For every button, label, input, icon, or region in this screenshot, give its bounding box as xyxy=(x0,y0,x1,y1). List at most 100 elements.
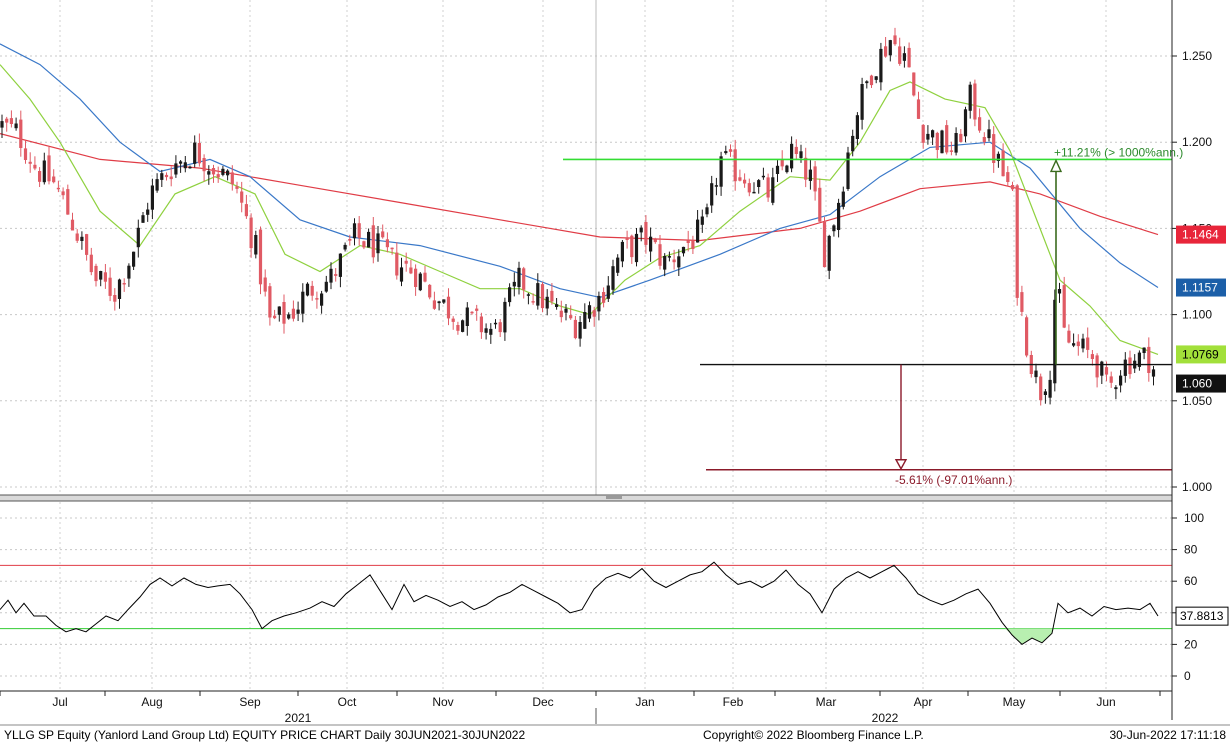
candle-body xyxy=(1057,289,1062,294)
candle-body xyxy=(884,46,888,57)
candle-body xyxy=(851,135,855,152)
candle-body xyxy=(893,35,897,45)
candle-body xyxy=(268,286,272,318)
rsi-tick-label: 20 xyxy=(1184,637,1198,651)
candle-body xyxy=(249,217,253,249)
candle-body xyxy=(1100,361,1104,376)
month-label: Apr xyxy=(914,695,933,709)
candle-body xyxy=(1109,376,1113,383)
candle-body xyxy=(686,240,690,243)
candle-body xyxy=(211,168,216,175)
candle-body xyxy=(1067,330,1071,343)
candle-body xyxy=(475,308,479,311)
candle-body xyxy=(564,308,568,313)
candle-body xyxy=(649,236,653,252)
lower-level-label: -5.61% (-97.01%ann.) xyxy=(895,473,1012,487)
candle-body xyxy=(240,191,244,203)
candle-body xyxy=(818,187,822,222)
candle-body xyxy=(329,268,333,283)
candle-body xyxy=(324,281,328,292)
candle-body xyxy=(658,244,662,266)
rsi-last-value: 37.8813 xyxy=(1180,609,1224,623)
separator-drag-handle[interactable] xyxy=(606,496,622,499)
candle-body xyxy=(705,207,709,215)
candle-body xyxy=(1025,317,1029,356)
candle-body xyxy=(160,173,164,180)
month-label: Aug xyxy=(141,695,162,709)
candle-body xyxy=(258,229,263,285)
candle-body xyxy=(33,164,37,169)
candle-body xyxy=(1081,338,1085,349)
candle-body xyxy=(226,170,230,176)
price-tick-label: 1.050 xyxy=(1182,394,1212,408)
candle-body xyxy=(771,177,775,203)
footer-ticker-line: YLLG SP Equity (Yanlord Land Group Ltd) … xyxy=(4,728,525,742)
candle-body xyxy=(343,244,347,250)
candle-body xyxy=(38,171,42,182)
candle-body xyxy=(503,301,507,333)
price-tick-label: 1.200 xyxy=(1182,135,1212,149)
candle-body xyxy=(146,209,150,215)
rsi-tick-label: 80 xyxy=(1184,543,1198,557)
candle-body xyxy=(263,277,267,292)
candle-body xyxy=(1034,370,1038,378)
candle-body xyxy=(780,159,784,167)
candle-body xyxy=(414,268,418,287)
candle-body xyxy=(743,179,747,184)
candle-body xyxy=(108,277,112,296)
candle-body xyxy=(1123,359,1127,376)
month-label: Nov xyxy=(432,695,453,709)
month-label: May xyxy=(1003,695,1026,709)
candle-body xyxy=(390,247,394,250)
candle-body xyxy=(70,219,75,231)
candle-body xyxy=(174,163,178,175)
candle-body xyxy=(517,267,521,288)
month-label: Jan xyxy=(635,695,654,709)
candle-body xyxy=(813,166,817,192)
candle-body xyxy=(188,166,192,169)
candle-body xyxy=(207,171,211,175)
candle-body xyxy=(1076,341,1080,347)
candle-body xyxy=(334,274,338,276)
candle-body xyxy=(1090,354,1094,359)
candle-body xyxy=(536,283,540,306)
candle-body xyxy=(484,328,488,333)
candle-body xyxy=(738,177,742,181)
candle-body xyxy=(902,53,906,61)
candle-body xyxy=(338,253,342,277)
month-label: Sep xyxy=(239,695,261,709)
candle-body xyxy=(141,215,145,223)
candle-body xyxy=(761,175,765,178)
candle-body xyxy=(837,202,841,230)
candle-body xyxy=(117,279,122,299)
candle-body xyxy=(949,150,953,152)
candle-body xyxy=(305,283,310,296)
candle-body xyxy=(512,281,516,287)
candle-body xyxy=(127,265,131,279)
candle-body xyxy=(1015,185,1019,298)
ma-blue-tag-value: 1.1157 xyxy=(1182,281,1218,295)
candle-body xyxy=(616,257,620,273)
candle-body xyxy=(498,322,502,333)
candle-body xyxy=(508,287,512,303)
candle-body xyxy=(1151,369,1156,377)
month-label: Oct xyxy=(338,695,357,709)
candle-body xyxy=(860,84,864,120)
month-label: Dec xyxy=(532,695,553,709)
candle-body xyxy=(916,99,921,119)
candle-body xyxy=(367,231,371,248)
candle-body xyxy=(150,185,154,210)
candle-body xyxy=(291,308,295,319)
candle-body xyxy=(169,176,173,180)
panel-separator[interactable] xyxy=(0,495,1172,501)
candle-body xyxy=(56,187,60,190)
candle-body xyxy=(879,48,883,83)
candle-body xyxy=(752,191,756,194)
candle-body xyxy=(550,290,554,302)
candle-body xyxy=(47,155,51,182)
candle-body xyxy=(724,151,728,154)
candle-body xyxy=(921,124,925,143)
month-label: Feb xyxy=(723,695,744,709)
candle-body xyxy=(277,306,281,315)
candle-body xyxy=(61,191,65,196)
